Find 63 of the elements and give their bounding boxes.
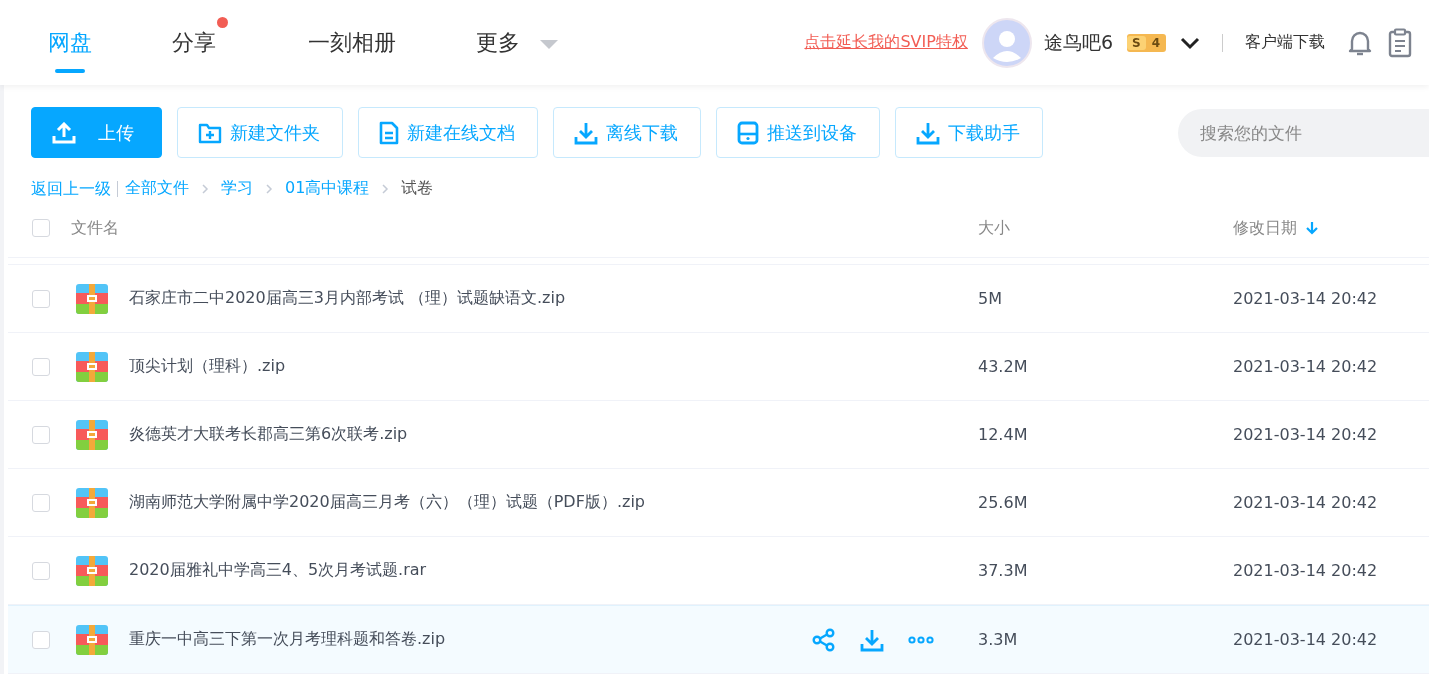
archive-icon — [76, 555, 108, 586]
folder-plus-icon — [198, 121, 222, 144]
nav-tab[interactable]: 一刻相册 — [308, 0, 396, 85]
download-icon[interactable] — [860, 627, 884, 652]
sort-arrow-icon[interactable] — [1305, 220, 1319, 236]
file-size: 12.4M — [978, 425, 1029, 444]
select-all-checkbox[interactable] — [32, 219, 50, 237]
clipboard-icon[interactable] — [1387, 27, 1413, 58]
file-row[interactable]: 石家庄市二中2020届高三3月内部考试 （理）试题缺语文.zip 5M 2021-03-14 20:42 — [8, 264, 1429, 333]
row-checkbox[interactable] — [32, 630, 50, 649]
share-icon[interactable] — [812, 627, 836, 652]
file-size: 3.3M — [978, 630, 1019, 649]
file-row[interactable]: 湖南师范大学附属中学2020届高三月考（六）（理）试题（PDF版）.zip 25.6M 2021-03-14 20:42 — [8, 469, 1429, 537]
vip-badge: S 4 — [1127, 33, 1166, 52]
more-icon[interactable] — [908, 635, 934, 644]
file-name[interactable]: 顶尖计划（理科）.zip — [129, 356, 978, 377]
modified-date: 2021-03-14 20:42 — [1233, 425, 1379, 444]
column-header[interactable]: 修改日期 — [1233, 217, 1297, 239]
modified-date: 2021-03-14 20:42 — [1233, 561, 1379, 580]
modified-date: 2021-03-14 20:42 — [1233, 630, 1379, 649]
archive-icon — [76, 487, 108, 518]
file-name[interactable]: 重庆一中高三下第一次月考理科题和答卷.zip — [129, 629, 812, 650]
nav-tab[interactable]: 更多 — [476, 0, 558, 85]
document-icon — [379, 120, 399, 145]
modified-date: 2021-03-14 20:42 — [1233, 357, 1379, 376]
file-row[interactable]: 顶尖计划（理科）.zip 43.2M 2021-03-14 20:42 — [8, 333, 1429, 401]
nav-tab[interactable]: 分享 — [172, 0, 228, 85]
client-download-link[interactable]: 客户端下载 — [1245, 32, 1325, 53]
column-header[interactable]: 大小 — [978, 217, 1233, 239]
archive-icon — [76, 351, 108, 382]
modified-date: 2021-03-14 20:42 — [1233, 493, 1379, 512]
file-name[interactable]: 炎德英才大联考长郡高三第6次联考.zip — [129, 424, 978, 445]
archive-icon — [76, 624, 108, 655]
search-field[interactable]: 搜索您的文件 — [1178, 108, 1429, 157]
file-row[interactable]: 炎德英才大联考长郡高三第6次联考.zip 12.4M 2021-03-14 20:42 — [8, 401, 1429, 469]
modified-date: 2021-03-14 20:42 — [1233, 289, 1379, 308]
file-size: 37.3M — [978, 561, 1029, 580]
file-size: 43.2M — [978, 357, 1029, 376]
row-checkbox[interactable] — [32, 357, 50, 376]
download-icon — [916, 120, 940, 145]
avatar-icon[interactable] — [981, 17, 1032, 68]
file-size: 25.6M — [978, 493, 1029, 512]
username[interactable]: 途鸟吧6 — [1043, 29, 1113, 56]
file-size: 5M — [978, 289, 1003, 308]
breadcrumb-current: 试卷 — [401, 178, 434, 199]
chevron-icon — [380, 183, 391, 194]
file-name[interactable]: 2020届雅礼中学高三4、5次月考试题.rar — [129, 560, 978, 581]
column-header[interactable]: 文件名 — [71, 217, 978, 239]
row-checkbox[interactable] — [32, 561, 50, 580]
row-checkbox[interactable] — [32, 493, 50, 512]
chevron-icon — [200, 183, 210, 194]
archive-icon — [76, 419, 108, 450]
chevron-icon — [264, 183, 274, 194]
upload-icon — [52, 121, 76, 144]
download-icon — [574, 120, 598, 145]
file-row-highlighted[interactable]: 重庆一中高三下第一次月考理科题和答卷.zip 3.3M 2021-03-14 20:42 — [8, 605, 1429, 674]
file-name[interactable]: 湖南师范大学附属中学2020届高三月考（六）（理）试题（PDF版）.zip — [129, 492, 978, 513]
row-checkbox[interactable] — [32, 425, 50, 444]
chevron-icon[interactable] — [1180, 35, 1200, 50]
archive-icon — [76, 283, 108, 314]
file-name[interactable]: 石家庄市二中2020届高三3月内部考试 （理）试题缺语文.zip — [129, 288, 978, 309]
row-checkbox[interactable] — [32, 289, 50, 308]
device-icon — [737, 120, 759, 145]
